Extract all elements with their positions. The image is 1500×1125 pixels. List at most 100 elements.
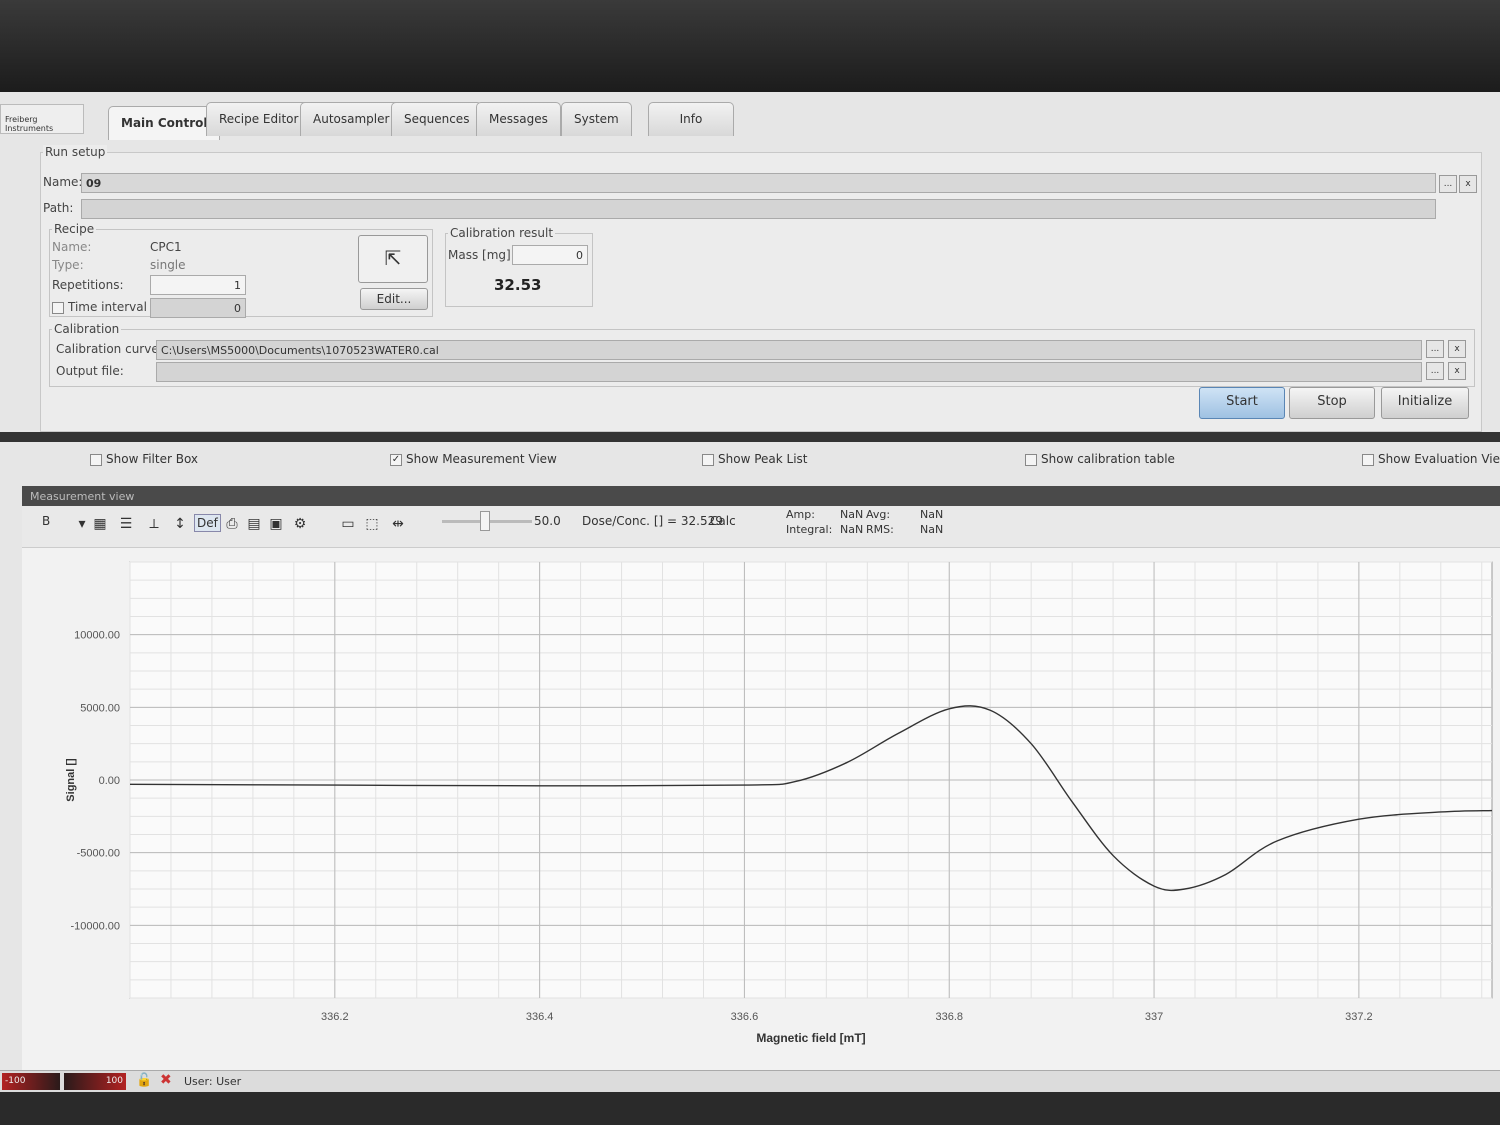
recipe-group: Recipe Name: CPC1 Type: single Repetitio… xyxy=(49,222,433,318)
tab-system[interactable]: System xyxy=(561,102,632,136)
tab-messages[interactable]: Messages xyxy=(476,102,561,136)
print-icon[interactable]: ⎙ xyxy=(222,514,242,534)
x-tick-label: 336.8 xyxy=(935,1011,963,1023)
measurement-toolbar: B ▾ ▦ ☰ ⟂ ↕ Def ⎙ ▤ ▣ ⚙ ▭ ⬚ ⇹ 50.0 Dose/… xyxy=(22,506,1500,548)
cursor-hand-icon: ⇱ xyxy=(384,246,402,270)
tab-main-control[interactable]: Main Control xyxy=(108,106,221,140)
time-interval-checkbox[interactable] xyxy=(52,301,64,314)
show-measurement-view-checkbox[interactable]: ✓ xyxy=(390,453,402,466)
show-measurement-view-option[interactable]: ✓ Show Measurement View xyxy=(390,452,557,466)
repetitions-label: Repetitions: xyxy=(52,278,124,292)
recipe-edit-button[interactable]: Edit... xyxy=(360,288,428,310)
show-filter-box-label: Show Filter Box xyxy=(106,452,199,466)
show-evaluation-view-checkbox[interactable] xyxy=(1362,453,1374,466)
tab-autosampler[interactable]: Autosampler xyxy=(300,102,403,136)
default-view-button[interactable]: Def xyxy=(194,514,221,532)
panel-divider[interactable] xyxy=(0,432,1500,442)
recipe-name-label: Name: xyxy=(52,240,92,254)
x-tick-label: 336.6 xyxy=(731,1011,759,1023)
show-evaluation-view-label: Show Evaluation Vie xyxy=(1378,452,1500,466)
show-peak-list-option[interactable]: Show Peak List xyxy=(702,452,807,466)
dose-conc-readout: Dose/Conc. [] = 32.529 xyxy=(582,514,723,528)
show-filter-box-option[interactable]: Show Filter Box xyxy=(90,452,198,466)
legend-icon[interactable]: ☰ xyxy=(116,514,136,534)
recipe-title: Recipe xyxy=(52,222,97,236)
gear-icon[interactable]: ⚙ xyxy=(290,514,310,534)
name-clear-button[interactable]: x xyxy=(1459,175,1477,193)
repetitions-input[interactable]: 1 xyxy=(150,275,246,295)
output-browse-button[interactable]: ... xyxy=(1426,362,1444,380)
calibration-group: Calibration Calibration curve: C:\Users\… xyxy=(49,322,1475,387)
run-setup-title: Run setup xyxy=(43,145,108,159)
grid-icon[interactable]: ▦ xyxy=(90,514,110,534)
y-tick-label: 5000.00 xyxy=(80,702,120,714)
brand-logo: Freiberg Instruments xyxy=(0,104,84,134)
recipe-type-value: single xyxy=(150,258,186,272)
user-label: User: User xyxy=(184,1075,242,1088)
png-export-icon[interactable]: ▤ xyxy=(244,514,264,534)
unlock-icon[interactable]: 🔓 xyxy=(136,1073,152,1088)
y-axis-label: Signal [] xyxy=(65,758,77,802)
y-tick-label: -5000.00 xyxy=(77,848,120,860)
recipe-name-value: CPC1 xyxy=(150,240,182,254)
tab-sequences[interactable]: Sequences xyxy=(391,102,483,136)
zoom-rect-icon[interactable]: ▭ xyxy=(338,514,358,534)
save-icon[interactable]: ▣ xyxy=(266,514,286,534)
tab-info[interactable]: Info xyxy=(648,102,734,136)
slider-handle[interactable] xyxy=(480,511,490,531)
output-clear-button[interactable]: x xyxy=(1448,362,1466,380)
calibration-browse-button[interactable]: ... xyxy=(1426,340,1444,358)
x-tick-label: 337.2 xyxy=(1345,1011,1373,1023)
calibration-curve-label: Calibration curve: xyxy=(56,342,163,356)
calibration-curve-input[interactable]: C:\Users\MS5000\Documents\1070523WATER0.… xyxy=(156,340,1422,360)
calc-button[interactable]: Calc xyxy=(710,514,736,528)
calibration-clear-button[interactable]: x xyxy=(1448,340,1466,358)
avg-value: NaN xyxy=(920,508,944,521)
calibration-result-title: Calibration result xyxy=(448,226,556,240)
application-window: Freiberg Instruments Main Control Recipe… xyxy=(0,92,1500,1092)
recipe-select-button[interactable]: ⇱ xyxy=(358,235,428,283)
disconnect-icon[interactable]: ✖ xyxy=(160,1072,172,1088)
show-calibration-table-checkbox[interactable] xyxy=(1025,453,1037,466)
calibration-result-value: 32.53 xyxy=(494,276,542,294)
x-tick-label: 336.4 xyxy=(526,1011,554,1023)
show-evaluation-view-option[interactable]: Show Evaluation Vie xyxy=(1362,452,1500,466)
show-filter-box-checkbox[interactable] xyxy=(90,453,102,466)
show-calibration-table-label: Show calibration table xyxy=(1041,452,1175,466)
tab-recipe-editor[interactable]: Recipe Editor xyxy=(206,102,312,136)
marker-icon[interactable]: ⇹ xyxy=(388,514,408,534)
signal-chart[interactable]: 336.2 336.4 336.6 336.8 337 337.2 10000.00 5000… xyxy=(22,548,1500,1072)
start-button[interactable]: Start xyxy=(1199,387,1285,419)
slider-value: 50.0 xyxy=(534,514,561,528)
rms-label: RMS: xyxy=(866,523,894,536)
integral-label: Integral: xyxy=(786,523,833,536)
calibration-title: Calibration xyxy=(52,322,122,336)
stop-button[interactable]: Stop xyxy=(1289,387,1375,419)
dropdown-arrow-icon[interactable]: ▾ xyxy=(72,514,92,534)
name-browse-button[interactable]: ... xyxy=(1439,175,1457,193)
name-label: Name: xyxy=(43,175,83,189)
name-input[interactable]: 09 xyxy=(81,173,1436,193)
path-input[interactable] xyxy=(81,199,1436,219)
monitor-bezel xyxy=(0,0,1500,92)
select-icon[interactable]: ⬚ xyxy=(362,514,382,534)
output-file-input[interactable] xyxy=(156,362,1422,382)
y-tick-label: 0.00 xyxy=(99,775,120,787)
time-interval-input[interactable]: 0 xyxy=(150,298,246,318)
show-calibration-table-option[interactable]: Show calibration table xyxy=(1025,452,1175,466)
run-setup-panel: Run setup Name: 09 ... x Path: Recipe Na… xyxy=(40,145,1482,432)
avg-label: Avg: xyxy=(866,508,891,521)
x-axis-icon[interactable]: ⟂ xyxy=(144,514,164,534)
y-tick-label: 10000.00 xyxy=(74,630,120,642)
y-axis-icon[interactable]: ↕ xyxy=(170,514,190,534)
amp-label: Amp: xyxy=(786,508,815,521)
status-bar: -100 100 🔓 ✖ User: User xyxy=(0,1070,1500,1092)
initialize-button[interactable]: Initialize xyxy=(1381,387,1469,419)
channel-select[interactable]: B xyxy=(42,514,50,528)
measurement-plot[interactable]: 336.2 336.4 336.6 336.8 337 337.2 10000.00 5000… xyxy=(22,548,1500,1072)
x-axis-label: Magnetic field [mT] xyxy=(756,1031,865,1045)
mass-input[interactable]: 0 xyxy=(512,245,588,265)
amp-value: NaN xyxy=(840,508,864,521)
show-peak-list-checkbox[interactable] xyxy=(702,453,714,466)
rms-value: NaN xyxy=(920,523,944,536)
